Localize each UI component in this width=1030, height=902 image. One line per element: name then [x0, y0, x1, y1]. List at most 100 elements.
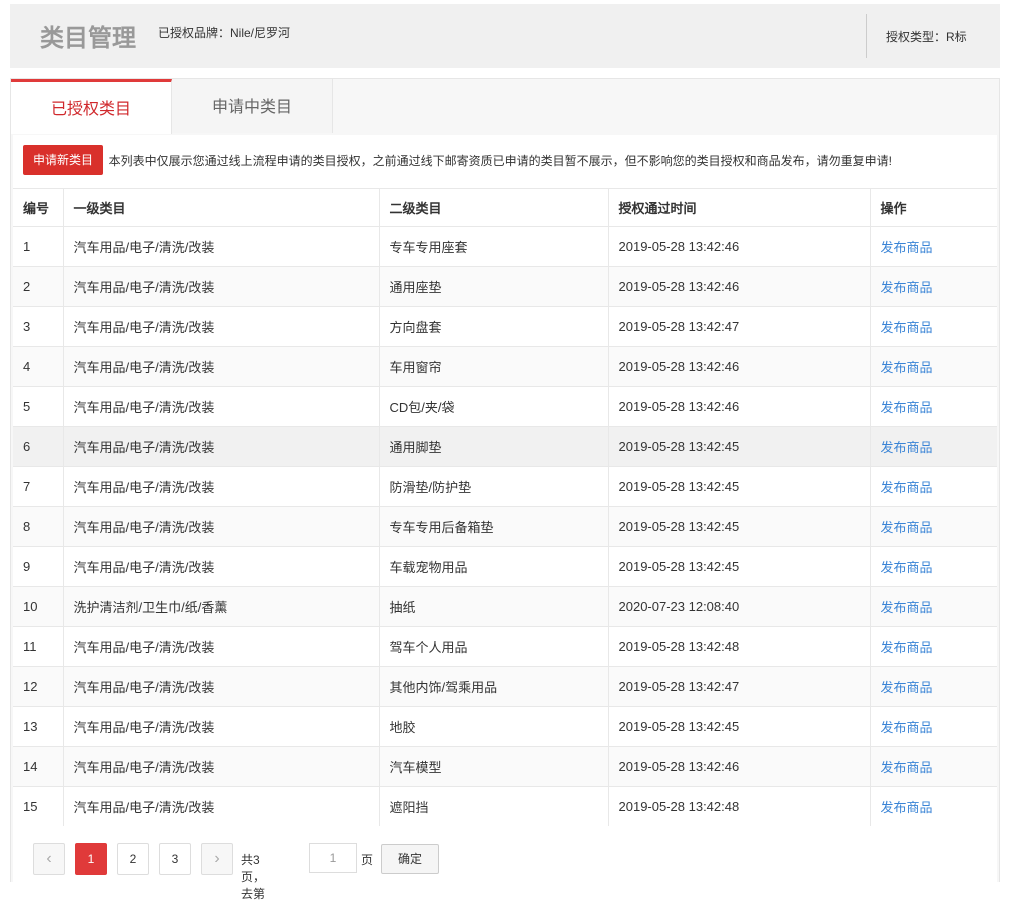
table-row: 7 汽车用品/电子/清洗/改装 防滑垫/防护垫 2019-05-28 13:42:45…: [13, 466, 997, 507]
tab-content: 申请新类目 本列表中仅展示您通过线上流程申请的类目授权，之前通过线下邮寄资质已申…: [13, 135, 997, 901]
cell-approved-time: 2019-05-28 13:42:46: [608, 226, 871, 267]
publish-product-link[interactable]: 发布商品: [881, 240, 933, 255]
column-header-approved-time: 授权通过时间: [608, 188, 871, 227]
cell-number: 7: [13, 466, 64, 507]
cell-approved-time: 2019-05-28 13:42:45: [608, 706, 871, 747]
next-page-button[interactable]: ›: [201, 843, 233, 875]
cell-category-2: 遮阳挡: [379, 786, 609, 826]
cell-action: 发布商品: [870, 226, 997, 267]
table-row: 8 汽车用品/电子/清洗/改装 专车专用后备箱垫 2019-05-28 13:42:4…: [13, 506, 997, 547]
publish-product-link[interactable]: 发布商品: [881, 400, 933, 415]
publish-product-link[interactable]: 发布商品: [881, 520, 933, 535]
cell-number: 12: [13, 666, 64, 707]
publish-product-link[interactable]: 发布商品: [881, 720, 933, 735]
publish-product-link[interactable]: 发布商品: [881, 680, 933, 695]
cell-action: 发布商品: [870, 466, 997, 507]
cell-number: 4: [13, 346, 64, 387]
cell-number: 15: [13, 786, 64, 826]
publish-product-link[interactable]: 发布商品: [881, 600, 933, 615]
cell-number: 10: [13, 586, 64, 627]
category-table: 编号 一级类目 二级类目 授权通过时间 操作 1 汽车用品/电子/清洗/改装 专车专…: [13, 188, 997, 826]
table-row: 1 汽车用品/电子/清洗/改装 专车专用座套 2019-05-28 13:42:46 发…: [13, 226, 997, 267]
cell-action: 发布商品: [870, 266, 997, 307]
authorized-brand: 已授权品牌：Nile/尼罗河: [158, 26, 291, 40]
publish-product-link[interactable]: 发布商品: [881, 800, 933, 815]
cell-action: 发布商品: [870, 546, 997, 587]
page-number-input[interactable]: [309, 843, 357, 873]
cell-approved-time: 2019-05-28 13:42:45: [608, 426, 871, 467]
authorization-type: 授权类型：R标: [886, 30, 967, 44]
cell-action: 发布商品: [870, 306, 997, 347]
cell-number: 3: [13, 306, 64, 347]
cell-category-2: 车用窗帘: [379, 346, 609, 387]
table-row: 6 汽车用品/电子/清洗/改装 通用脚垫 2019-05-28 13:42:45 发布商…: [13, 426, 997, 467]
page-3-button[interactable]: 3: [159, 843, 191, 875]
cell-category-1: 汽车用品/电子/清洗/改装: [63, 546, 380, 587]
cell-approved-time: 2019-05-28 13:42:46: [608, 266, 871, 307]
cell-action: 发布商品: [870, 426, 997, 467]
publish-product-link[interactable]: 发布商品: [881, 440, 933, 455]
category-panel: 已授权类目 申请中类目 申请新类目 本列表中仅展示您通过线上流程申请的类目授权，…: [10, 78, 1000, 901]
table-row: 10 洗护清洁剂/卫生巾/纸/香薰 抽纸 2020-07-23 12:08:40 发布商…: [13, 586, 997, 627]
cell-approved-time: 2019-05-28 13:42:48: [608, 626, 871, 667]
table-row: 13 汽车用品/电子/清洗/改装 地胶 2019-05-28 13:42:45 发布商品: [13, 706, 997, 747]
cell-action: 发布商品: [870, 666, 997, 707]
cell-category-1: 汽车用品/电子/清洗/改装: [63, 386, 380, 427]
cell-category-1: 汽车用品/电子/清洗/改装: [63, 626, 380, 667]
publish-product-link[interactable]: 发布商品: [881, 560, 933, 575]
go-to-page-button[interactable]: 确定: [381, 844, 439, 874]
cell-number: 14: [13, 746, 64, 787]
cell-category-1: 汽车用品/电子/清洗/改装: [63, 506, 380, 547]
column-header-number: 编号: [13, 188, 64, 227]
cell-approved-time: 2019-05-28 13:42:46: [608, 386, 871, 427]
cell-category-1: 汽车用品/电子/清洗/改装: [63, 266, 380, 307]
publish-product-link[interactable]: 发布商品: [881, 760, 933, 775]
cell-category-1: 汽车用品/电子/清洗/改装: [63, 666, 380, 707]
cell-approved-time: 2019-05-28 13:42:48: [608, 786, 871, 826]
cell-action: 发布商品: [870, 506, 997, 547]
cell-number: 9: [13, 546, 64, 587]
cell-action: 发布商品: [870, 746, 997, 787]
table-row: 11 汽车用品/电子/清洗/改装 驾车个人用品 2019-05-28 13:42:48…: [13, 626, 997, 667]
total-pages-text: 共3页，去第: [241, 853, 266, 901]
prev-page-button[interactable]: ‹: [33, 843, 65, 875]
notice-text: 本列表中仅展示您通过线上流程申请的类目授权，之前通过线下邮寄资质已申请的类目暂不…: [108, 153, 892, 168]
publish-product-link[interactable]: 发布商品: [881, 360, 933, 375]
page-2-button[interactable]: 2: [117, 843, 149, 875]
apply-new-category-button[interactable]: 申请新类目: [23, 145, 104, 175]
cell-category-1: 汽车用品/电子/清洗/改装: [63, 746, 380, 787]
cell-approved-time: 2019-05-28 13:42:45: [608, 466, 871, 507]
cell-category-2: 车载宠物用品: [379, 546, 609, 587]
cell-category-2: 驾车个人用品: [379, 626, 609, 667]
cell-category-1: 汽车用品/电子/清洗/改装: [63, 346, 380, 387]
cell-approved-time: 2019-05-28 13:42:45: [608, 506, 871, 547]
cell-number: 11: [13, 626, 64, 667]
cell-category-2: 地胶: [379, 706, 609, 747]
cell-category-2: 汽车模型: [379, 746, 609, 787]
page-1-button[interactable]: 1: [75, 843, 107, 875]
publish-product-link[interactable]: 发布商品: [881, 320, 933, 335]
cell-category-2: 通用座垫: [379, 266, 609, 307]
table-header-row: 编号 一级类目 二级类目 授权通过时间 操作: [13, 188, 997, 227]
cell-category-2: 通用脚垫: [379, 426, 609, 467]
cell-category-1: 汽车用品/电子/清洗/改装: [63, 466, 380, 507]
cell-category-2: 方向盘套: [379, 306, 609, 347]
cell-number: 13: [13, 706, 64, 747]
page-unit-text: 页: [361, 853, 374, 867]
tab-authorized-categories[interactable]: 已授权类目: [11, 79, 172, 134]
cell-action: 发布商品: [870, 626, 997, 667]
tab-pending-categories[interactable]: 申请中类目: [172, 79, 333, 133]
publish-product-link[interactable]: 发布商品: [881, 280, 933, 295]
cell-action: 发布商品: [870, 586, 997, 627]
cell-approved-time: 2019-05-28 13:42:46: [608, 346, 871, 387]
cell-category-1: 汽车用品/电子/清洗/改装: [63, 306, 380, 347]
cell-approved-time: 2019-05-28 13:42:47: [608, 306, 871, 347]
cell-action: 发布商品: [870, 386, 997, 427]
notice-bar: 申请新类目 本列表中仅展示您通过线上流程申请的类目授权，之前通过线下邮寄资质已申…: [23, 145, 892, 177]
cell-category-1: 汽车用品/电子/清洗/改装: [63, 426, 380, 467]
publish-product-link[interactable]: 发布商品: [881, 480, 933, 495]
cell-category-2: 专车专用座套: [379, 226, 609, 267]
publish-product-link[interactable]: 发布商品: [881, 640, 933, 655]
table-row: 4 汽车用品/电子/清洗/改装 车用窗帘 2019-05-28 13:42:46 发布商…: [13, 346, 997, 387]
column-header-action: 操作: [870, 188, 997, 227]
